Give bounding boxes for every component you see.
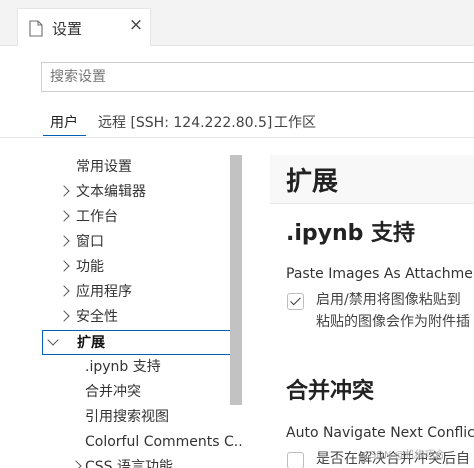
scope-divider	[0, 137, 474, 138]
category-header: 扩展	[270, 155, 474, 204]
toc-scrollbar[interactable]	[230, 155, 242, 405]
toc-item-label: 扩展	[77, 335, 105, 351]
tab-workspace[interactable]: 工作区	[274, 112, 316, 132]
chevron-right-icon	[58, 310, 70, 322]
toc-item-label: Colorful Comments C...	[85, 434, 244, 450]
tab-user[interactable]: 用户	[50, 112, 78, 132]
toc-item-text-editor[interactable]: 文本编辑器	[42, 180, 242, 205]
chevron-right-icon	[58, 260, 70, 272]
toc-item-label: 工作台	[76, 209, 118, 225]
toc-item-extensions[interactable]: 扩展	[42, 330, 242, 355]
toc-item-label: .ipynb 支持	[85, 359, 161, 375]
active-tab-indicator	[43, 135, 86, 136]
tab-remote[interactable]: 远程 [SSH: 124.222.80.5]	[98, 112, 272, 132]
toc-item-merge-conflict[interactable]: 合并冲突	[42, 380, 242, 405]
section-title-ipynb: .ipynb 支持	[286, 221, 416, 246]
setting-title-paste-images: Paste Images As Attachment	[286, 266, 474, 282]
settings-content: 扩展 .ipynb 支持 Paste Images As Attachment …	[270, 155, 474, 468]
editor-tab-bar: 设置 ×	[0, 0, 474, 46]
chevron-right-icon	[58, 235, 70, 247]
close-icon[interactable]: ×	[128, 17, 144, 34]
paste-images-checkbox[interactable]	[287, 293, 304, 310]
toc-item-label: 文本编辑器	[76, 184, 146, 200]
section-title-merge-conflict: 合并冲突	[286, 379, 375, 404]
watermark: CSDN @机缘巧合	[363, 450, 445, 461]
toc-item-label: 功能	[76, 259, 104, 275]
toc-item-label: 窗口	[76, 234, 104, 250]
chevron-right-icon	[58, 285, 70, 297]
toc-item-colorful-comments[interactable]: Colorful Comments C...	[42, 430, 244, 455]
chevron-right-icon	[58, 185, 70, 197]
setting-desc-line: 粘贴的图像会作为附件插	[316, 314, 470, 330]
auto-navigate-checkbox[interactable]	[287, 452, 304, 468]
toc-item-label: 应用程序	[76, 284, 132, 300]
toc-item-application[interactable]: 应用程序	[42, 280, 242, 305]
toc-item-label: 合并冲突	[85, 384, 141, 400]
category-title: 扩展	[286, 167, 339, 197]
toc-item-label: CSS 语言功能	[85, 459, 173, 468]
settings-toc-tree: 常用设置 文本编辑器 工作台 窗口 功能 应用程序 安全性 扩展 .ipynb …	[0, 155, 244, 468]
file-icon	[29, 20, 43, 37]
toc-item-css-language[interactable]: CSS 语言功能	[42, 455, 242, 468]
toc-item-workbench[interactable]: 工作台	[42, 205, 242, 230]
setting-title-auto-navigate: Auto Navigate Next Conflict	[286, 425, 474, 441]
toc-item-security[interactable]: 安全性	[42, 305, 242, 330]
toc-item-label: 安全性	[76, 309, 118, 325]
toc-item-label: 常用设置	[76, 159, 132, 175]
tab-title: 设置	[52, 20, 83, 38]
toc-item-ipynb[interactable]: .ipynb 支持	[42, 355, 242, 380]
settings-tab[interactable]: 设置 ×	[17, 8, 151, 46]
search-input[interactable]	[42, 63, 474, 91]
setting-desc-line: 启用/禁用将图像粘贴到	[316, 292, 461, 308]
chevron-right-icon	[70, 460, 82, 468]
toc-item-label: 引用搜索视图	[85, 409, 169, 425]
toc-item-common[interactable]: 常用设置	[42, 155, 242, 180]
chevron-right-icon	[58, 210, 70, 222]
toc-item-features[interactable]: 功能	[42, 255, 242, 280]
toc-item-window[interactable]: 窗口	[42, 230, 242, 255]
chevron-down-icon	[47, 334, 59, 346]
toc-item-references-view[interactable]: 引用搜索视图	[42, 405, 242, 430]
search-settings-box[interactable]	[41, 62, 474, 92]
